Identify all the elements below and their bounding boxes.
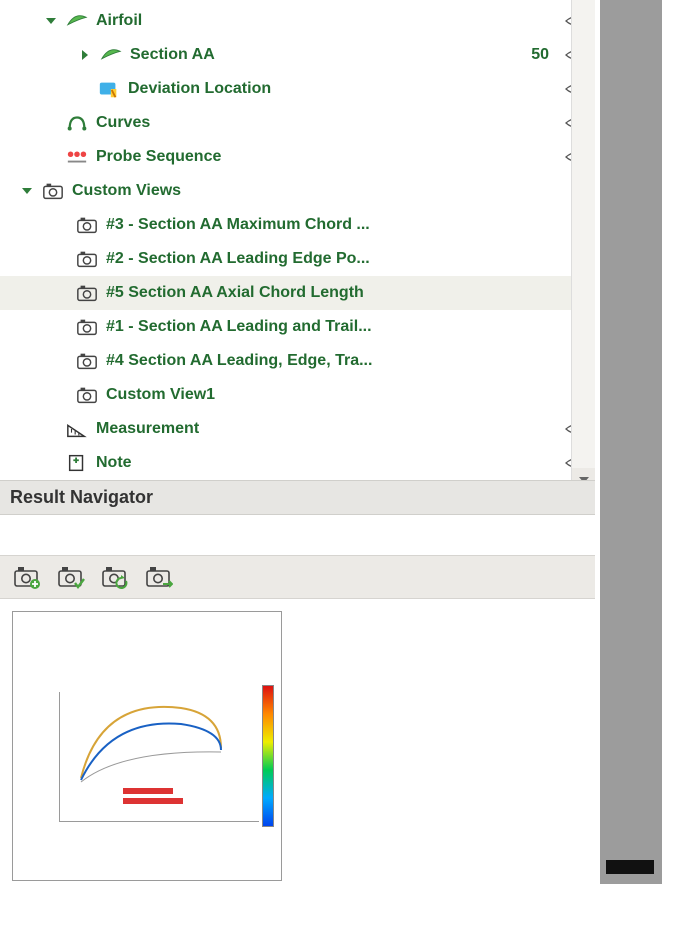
side-panel <box>600 0 662 934</box>
curves-icon <box>64 112 90 134</box>
tree-item-label: #4 Section AA Leading, Edge, Tra... <box>106 352 372 370</box>
tree-item-label: #3 - Section AA Maximum Chord ... <box>106 216 370 234</box>
inspection-tree[interactable]: Airfoil Section AA 50 <box>0 0 595 480</box>
camera-icon <box>74 316 100 338</box>
custom-view-item[interactable]: #4 Section AA Leading, Edge, Tra... <box>0 344 595 378</box>
refresh-view-button[interactable] <box>98 562 132 592</box>
result-navigator-gap <box>0 515 595 555</box>
bottom-strip <box>600 884 674 934</box>
view-thumbnail[interactable] <box>12 611 282 881</box>
camera-icon <box>40 180 66 202</box>
tree-scrollbar[interactable] <box>571 0 595 480</box>
tree-item-label: Probe Sequence <box>96 148 221 166</box>
tree-item-label: Note <box>96 454 132 472</box>
custom-view-item[interactable]: #3 - Section AA Maximum Chord ... <box>0 208 595 242</box>
expand-icon[interactable] <box>76 46 94 64</box>
collapse-icon[interactable] <box>42 12 60 30</box>
tree-item-label: Custom Views <box>72 182 181 200</box>
result-navigator-toolbar <box>0 555 595 599</box>
custom-view-item[interactable]: #1 - Section AA Leading and Trail... <box>0 310 595 344</box>
tree-item-curves[interactable]: Curves <box>0 106 595 140</box>
tree-item-label: #1 - Section AA Leading and Trail... <box>106 318 372 336</box>
tree-item-deviation-location[interactable]: Deviation Location <box>0 72 595 106</box>
camera-icon <box>74 384 100 406</box>
side-panel-handle[interactable] <box>606 860 654 874</box>
tree-item-label: #5 Section AA Axial Chord Length <box>106 284 364 302</box>
tree-item-measurement[interactable]: Measurement <box>0 412 595 446</box>
camera-icon <box>74 350 100 372</box>
camera-icon <box>74 282 100 304</box>
custom-view-item[interactable]: Custom View1 <box>0 378 595 412</box>
note-icon <box>64 452 90 474</box>
custom-view-item[interactable]: #2 - Section AA Leading Edge Po... <box>0 242 595 276</box>
tree-item-label: Airfoil <box>96 12 142 30</box>
tree-item-value: 50 <box>531 46 549 64</box>
airfoil-icon <box>64 10 90 32</box>
tree-item-section-aa[interactable]: Section AA 50 <box>0 38 595 72</box>
tree-item-airfoil[interactable]: Airfoil <box>0 4 595 38</box>
tree-item-probe-sequence[interactable]: Probe Sequence <box>0 140 595 174</box>
probe-sequence-icon <box>64 146 90 168</box>
section-icon <box>98 44 124 66</box>
tree-item-label: Curves <box>96 114 150 132</box>
tree-item-label: Measurement <box>96 420 199 438</box>
camera-icon <box>74 214 100 236</box>
apply-view-button[interactable] <box>54 562 88 592</box>
tree-item-note[interactable]: Note <box>0 446 595 480</box>
tree-item-label: Custom View1 <box>106 386 215 404</box>
collapse-icon[interactable] <box>18 182 36 200</box>
tree-item-custom-views[interactable]: Custom Views <box>0 174 595 208</box>
add-view-button[interactable] <box>10 562 44 592</box>
measurement-icon <box>64 418 90 440</box>
deviation-icon <box>96 78 122 100</box>
custom-view-item-selected[interactable]: #5 Section AA Axial Chord Length <box>0 276 595 310</box>
export-view-button[interactable] <box>142 562 176 592</box>
scroll-down-icon[interactable] <box>572 468 596 480</box>
tree-item-label: Section AA <box>130 46 215 64</box>
tree-item-label: Deviation Location <box>128 80 271 98</box>
camera-icon <box>74 248 100 270</box>
tree-item-label: #2 - Section AA Leading Edge Po... <box>106 250 370 268</box>
result-navigator-title: Result Navigator <box>0 480 595 515</box>
